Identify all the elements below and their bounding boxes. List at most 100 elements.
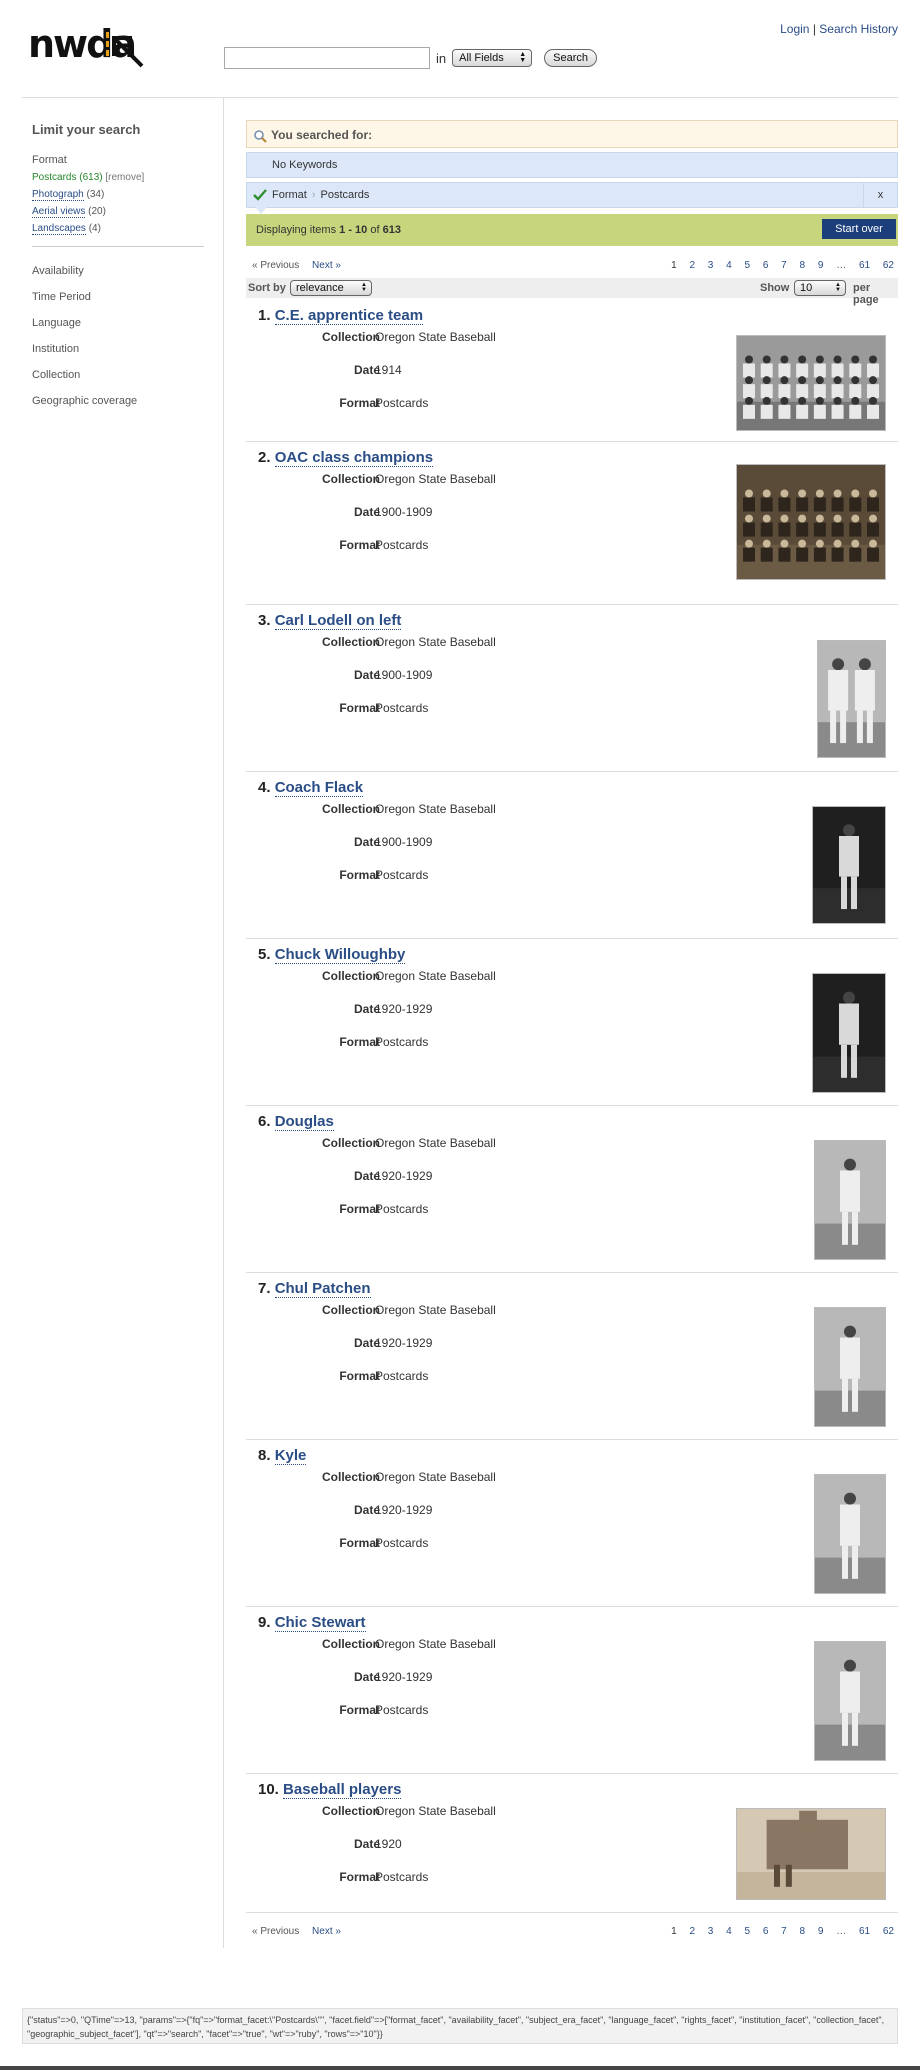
page-link[interactable]: 9 — [818, 260, 824, 271]
facet-item-count: (20) — [88, 206, 106, 217]
logo-arrow-icon — [106, 32, 144, 68]
field-value: Postcards — [375, 1536, 429, 1550]
page-link[interactable]: 3 — [708, 1926, 714, 1937]
per-page-select[interactable]: 10 ▲ ▼ — [794, 280, 846, 296]
result-field-date: Date 1920-1929 — [246, 1503, 606, 1519]
next-link[interactable]: Next » — [312, 260, 341, 271]
page-links: 1 2 3 4 5 6 7 8 9 … 61 62 — [661, 260, 894, 271]
result-thumbnail[interactable] — [736, 335, 886, 431]
result-field-format: Format Postcards — [246, 396, 606, 412]
result-field-date: Date 1920-1929 — [246, 1002, 606, 1018]
pager-top: « Previous Next » 1 2 3 4 5 6 7 8 9 … 61… — [246, 260, 898, 274]
result-number: 2. — [258, 449, 271, 466]
search-field-select[interactable]: All Fields ▲ ▼ — [452, 49, 533, 67]
result-title-link[interactable]: Carl Lodell on left — [274, 612, 402, 630]
facet-format-heading[interactable]: Format — [32, 152, 204, 169]
result-title-link[interactable]: Coach Flack — [274, 779, 364, 797]
facet-time-period[interactable]: Time Period — [32, 284, 137, 310]
result-field-collection: Collection Oregon State Baseball — [246, 969, 606, 985]
searched-for-banner: You searched for: — [246, 120, 898, 148]
result-title-link[interactable]: C.E. apprentice team — [274, 307, 424, 325]
result-title-link[interactable]: OAC class champions — [274, 449, 434, 467]
photo-thumbnail-image — [815, 1642, 885, 1760]
start-over-button[interactable]: Start over — [822, 219, 896, 239]
result-thumbnail[interactable] — [817, 640, 886, 758]
facet-availability[interactable]: Availability — [32, 258, 137, 284]
result-thumbnail[interactable] — [736, 464, 886, 580]
page-link[interactable]: 8 — [800, 260, 806, 271]
field-label: Collection — [321, 969, 380, 983]
field-label: Collection — [321, 635, 380, 649]
field-value: Oregon State Baseball — [375, 1136, 496, 1150]
result-thumbnail[interactable] — [812, 806, 886, 924]
remove-constraint-button[interactable]: x — [863, 183, 897, 207]
result-title-link[interactable]: Douglas — [274, 1113, 334, 1131]
format-constraint-text: Format › Postcards — [272, 189, 369, 201]
page-link[interactable]: 8 — [800, 1926, 806, 1937]
page-link[interactable]: 7 — [781, 260, 787, 271]
result-heading: 7. Chul Patchen — [258, 1280, 371, 1298]
page-link[interactable]: 4 — [726, 1926, 732, 1937]
page-link[interactable]: 2 — [689, 260, 695, 271]
result-title-link[interactable]: Chic Stewart — [274, 1614, 366, 1632]
page-link[interactable]: 6 — [763, 260, 769, 271]
nwda-logo[interactable]: nwda — [28, 22, 148, 74]
facet-collection[interactable]: Collection — [32, 362, 137, 388]
result-thumbnail[interactable] — [814, 1474, 886, 1594]
page-link[interactable]: 6 — [763, 1926, 769, 1937]
facet-item-link[interactable]: Photograph — [32, 189, 84, 201]
result-title-link[interactable]: Kyle — [274, 1447, 307, 1465]
field-value: 1900-1909 — [375, 505, 433, 519]
page-link[interactable]: 62 — [883, 260, 894, 271]
page-link[interactable]: 61 — [859, 1926, 870, 1937]
result-field-format: Format Postcards — [246, 1536, 606, 1552]
page-link[interactable]: 4 — [726, 260, 732, 271]
result-field-format: Format Postcards — [246, 538, 606, 554]
page-link[interactable]: 61 — [859, 260, 870, 271]
result-field-format: Format Postcards — [246, 1703, 606, 1719]
result-number: 10. — [258, 1781, 279, 1798]
result-title-link[interactable]: Chul Patchen — [274, 1280, 371, 1298]
result-number: 1. — [258, 307, 271, 324]
facet-item-link[interactable]: Aerial views — [32, 206, 86, 218]
sort-select[interactable]: relevance ▲ ▼ — [290, 280, 372, 296]
user-links: Login | Search History — [780, 22, 898, 36]
result-thumbnail[interactable] — [814, 1641, 886, 1761]
facet-item-link[interactable]: Landscapes — [32, 223, 86, 235]
search-input[interactable] — [224, 47, 430, 69]
next-link[interactable]: Next » — [312, 1926, 341, 1937]
result-item: 9. Chic Stewart Collection Oregon State Ba… — [246, 1607, 898, 1774]
login-link[interactable]: Login — [780, 22, 809, 36]
result-field-date: Date 1920 — [246, 1837, 606, 1853]
facet-remove-link[interactable]: [remove] — [105, 172, 144, 183]
page-link[interactable]: 3 — [708, 260, 714, 271]
result-thumbnail[interactable] — [814, 1140, 886, 1260]
result-thumbnail[interactable] — [814, 1307, 886, 1427]
page-link[interactable]: 9 — [818, 1926, 824, 1937]
result-thumbnail[interactable] — [736, 1808, 886, 1900]
facet-institution[interactable]: Institution — [32, 336, 137, 362]
magnifier-icon — [254, 130, 267, 143]
photo-thumbnail-image — [815, 1308, 885, 1426]
result-title-link[interactable]: Chuck Willoughby — [274, 946, 406, 964]
result-number: 9. — [258, 1614, 271, 1631]
search-form: in All Fields ▲ ▼ Search — [224, 46, 597, 70]
display-count-bar: Displaying items 1 - 10 of 613 Start ove… — [246, 214, 898, 246]
photo-thumbnail-image — [813, 974, 885, 1092]
result-thumbnail[interactable] — [812, 973, 886, 1093]
result-field-date: Date 1920-1929 — [246, 1336, 606, 1352]
field-label: Collection — [321, 802, 380, 816]
result-title-link[interactable]: Baseball players — [283, 1781, 402, 1799]
page-link[interactable]: 5 — [744, 1926, 750, 1937]
search-button[interactable]: Search — [544, 49, 597, 67]
result-number: 7. — [258, 1280, 271, 1297]
page-link[interactable]: 7 — [781, 1926, 787, 1937]
result-field-format: Format Postcards — [246, 1035, 606, 1051]
page-link[interactable]: 5 — [744, 260, 750, 271]
page-link[interactable]: 2 — [689, 1926, 695, 1937]
facet-geographic-coverage[interactable]: Geographic coverage — [32, 388, 137, 414]
facet-item-count: (34) — [86, 189, 105, 200]
facet-language[interactable]: Language — [32, 310, 137, 336]
page-link[interactable]: 62 — [883, 1926, 894, 1937]
search-history-link[interactable]: Search History — [819, 22, 898, 36]
